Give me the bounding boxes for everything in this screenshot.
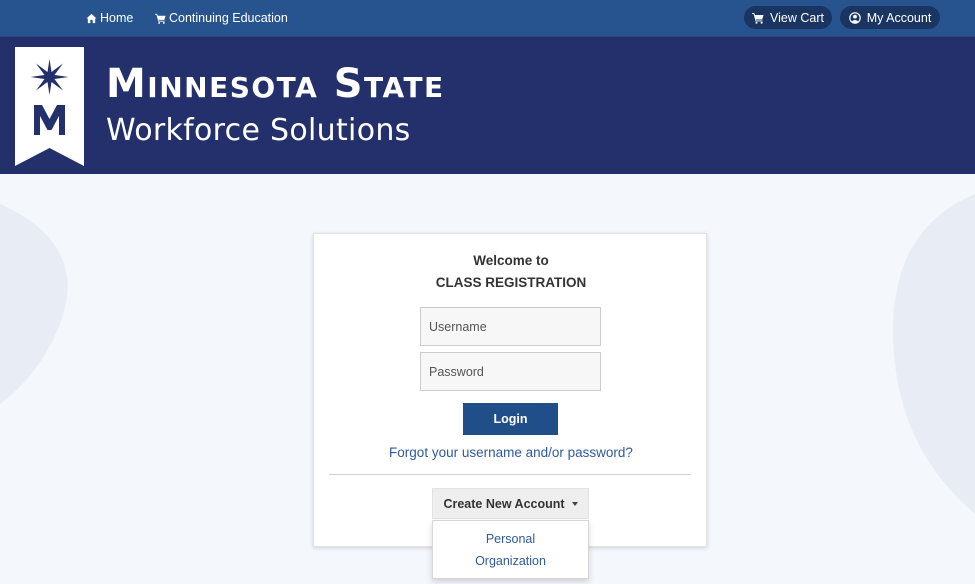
create-account-dropdown-button[interactable]: Create New Account: [432, 488, 589, 519]
registration-heading: CLASS REGISTRATION: [435, 275, 587, 290]
home-icon: [86, 13, 97, 23]
welcome-heading: Welcome to: [473, 253, 549, 268]
login-button[interactable]: Login: [463, 403, 558, 435]
my-account-label: My Account: [866, 10, 932, 25]
divider: [329, 474, 691, 475]
menu-item-organization[interactable]: Organization: [433, 554, 588, 568]
shopping-cart-icon: [155, 13, 166, 24]
continuing-education-link[interactable]: Continuing Education: [155, 0, 288, 36]
minnesota-state-logo-icon: [15, 47, 84, 166]
login-card: Welcome to CLASS REGISTRATION Login Forg…: [313, 233, 707, 547]
password-input[interactable]: [420, 352, 601, 391]
my-account-button[interactable]: My Account: [840, 6, 940, 29]
home-label: Home: [100, 11, 134, 25]
shopping-cart-icon: [752, 12, 764, 24]
top-navigation: Home Continuing Education View Cart My A…: [0, 0, 975, 36]
continuing-education-label: Continuing Education: [169, 11, 288, 25]
create-account-label: Create New Account: [443, 496, 565, 511]
home-link[interactable]: Home: [86, 0, 133, 36]
user-circle-icon: [848, 11, 861, 24]
username-input[interactable]: [420, 307, 601, 346]
view-cart-button[interactable]: View Cart: [744, 6, 832, 29]
menu-item-personal[interactable]: Personal: [433, 532, 588, 546]
brand-title: Minnesota State: [106, 61, 445, 107]
create-account-menu: Personal Organization: [432, 520, 589, 579]
header-banner: Minnesota State Workforce Solutions: [0, 36, 975, 174]
forgot-credentials-link[interactable]: Forgot your username and/or password?: [314, 445, 708, 460]
caret-down-icon: [571, 502, 578, 506]
brand-subtitle: Workforce Solutions: [106, 113, 411, 148]
view-cart-label: View Cart: [770, 10, 824, 25]
